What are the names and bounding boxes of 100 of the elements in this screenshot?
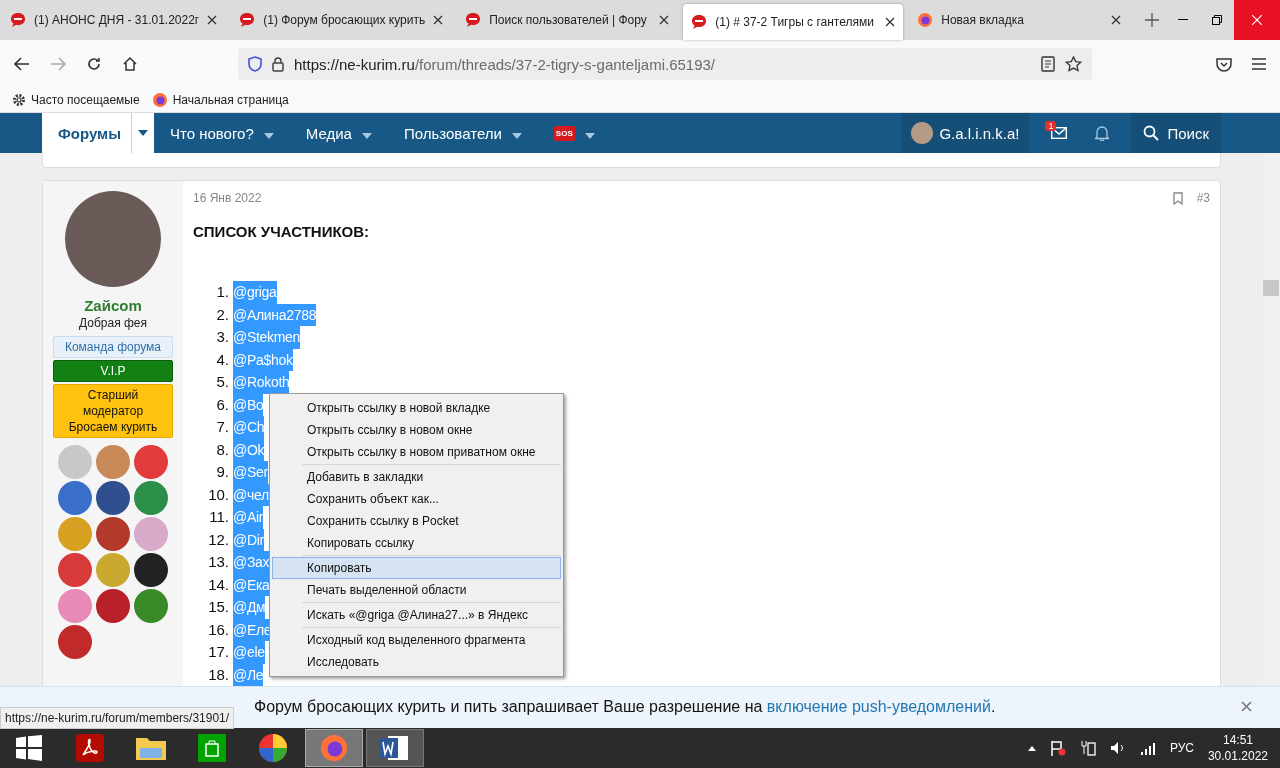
caret-icon [584, 132, 595, 139]
color-wheel-icon [258, 733, 288, 763]
shield-icon [248, 56, 262, 72]
user-name: G.a.l.i.n.k.a! [939, 124, 1020, 142]
menu-item[interactable]: Искать «@griga @Алина27...» в Яндекс [272, 604, 561, 626]
reader-view-icon[interactable] [1041, 56, 1055, 72]
menu-item[interactable]: Копировать [272, 557, 561, 579]
enable-push-link[interactable]: включение push-уведомлений [766, 698, 991, 715]
post-date[interactable]: 16 Янв 2022 [193, 191, 1159, 205]
browser-tab[interactable]: Поиск пользователей | Фору [457, 3, 678, 37]
menu-item[interactable]: Открыть ссылку в новом приватном окне [272, 441, 561, 463]
list-number: 4. [215, 349, 230, 370]
firefox-icon [151, 92, 168, 108]
battery-icon[interactable] [1079, 740, 1096, 756]
list-number: 13. [207, 552, 230, 572]
nav-tab[interactable]: Что нового? [154, 113, 290, 153]
nav-tab[interactable]: Форумы [42, 113, 154, 153]
list-number: 8. [215, 439, 230, 460]
nav-tab[interactable]: Пользователи [387, 113, 538, 153]
menu-icon[interactable] [1252, 58, 1266, 70]
store-bag-icon [198, 734, 226, 762]
list-number: 14. [207, 574, 230, 595]
close-icon[interactable] [433, 15, 444, 25]
list-number: 6. [215, 394, 230, 415]
firefox-icon [319, 733, 349, 763]
nav-tab[interactable]: Медиа [289, 113, 388, 153]
avatar-icon [911, 122, 934, 144]
list-number: 1. [215, 282, 230, 302]
post-heading: СПИСОК УЧАСТНИКОВ: [193, 223, 371, 240]
menu-item[interactable]: Копировать ссылку [272, 532, 561, 554]
caret-icon [511, 132, 522, 139]
sos-badge: SOS [553, 125, 575, 141]
taskbar-app[interactable] [366, 729, 424, 767]
menu-item[interactable]: Сохранить объект как... [272, 488, 561, 510]
list-number: 5. [215, 372, 230, 392]
chat-bubble-icon [465, 12, 482, 28]
close-icon[interactable] [885, 17, 896, 27]
speaker-icon[interactable] [1109, 740, 1126, 756]
browser-tab[interactable]: Новая вкладка [909, 3, 1130, 37]
author-name[interactable]: Zайcom [84, 297, 142, 314]
clock[interactable]: 14:51 30.01.2022 [1207, 732, 1268, 764]
signal-icon[interactable] [1139, 741, 1156, 755]
bookmark-link[interactable]: Начальная страница [151, 92, 289, 108]
browser-tab[interactable]: (1) # 37-2 Тигры с гантелями [683, 4, 904, 40]
bookmark-icon[interactable] [1172, 191, 1183, 205]
menu-item[interactable]: Сохранить ссылку в Pocket [272, 510, 561, 532]
user-menu[interactable]: G.a.l.i.n.k.a! [901, 113, 1030, 153]
close-icon[interactable] [659, 15, 670, 25]
windows-logo-icon [16, 735, 42, 761]
gear-icon [12, 93, 26, 107]
input-language[interactable]: РУС [1169, 741, 1194, 755]
close-icon[interactable] [207, 15, 218, 25]
menu-item[interactable]: Исходный код выделенного фрагмента [272, 629, 561, 651]
bell-icon[interactable] [1095, 125, 1110, 141]
unread-count: 1 [1045, 121, 1057, 131]
home-icon[interactable] [122, 56, 138, 72]
nav-tab[interactable]: SOS [537, 113, 611, 153]
award-icon[interactable] [134, 553, 168, 587]
envelope-icon[interactable] [1051, 127, 1068, 139]
pocket-icon[interactable] [1216, 56, 1232, 72]
firefox-icon [917, 12, 934, 28]
list-number: 2. [215, 304, 230, 325]
list-number: 7. [215, 417, 230, 437]
close-icon[interactable] [1111, 15, 1122, 25]
back-arrow-icon[interactable] [14, 57, 30, 71]
address-bar[interactable]: https://ne-kurim.ru/forum/threads/37-2-tigry-s-ganteljami.65193/ [238, 48, 1092, 80]
caret-icon [263, 132, 274, 139]
padlock-icon [272, 56, 284, 72]
flag-icon[interactable] [1049, 740, 1066, 756]
award-icon[interactable] [96, 481, 130, 515]
list-number: 17. [207, 642, 230, 662]
caret-icon [361, 132, 372, 139]
post-number[interactable]: #3 [1196, 191, 1210, 205]
reload-icon[interactable] [86, 56, 102, 72]
new-tab-icon[interactable] [1145, 13, 1160, 27]
menu-item[interactable]: Исследовать [272, 651, 561, 673]
caret-up-icon[interactable] [1027, 745, 1036, 751]
scrollbar-thumb[interactable] [1263, 280, 1279, 296]
chat-bubble-icon [239, 12, 256, 28]
browser-tab[interactable]: (1) АНОНС ДНЯ - 31.01.2022г [2, 3, 226, 37]
browser-tab[interactable]: (1) Форум бросающих курить [231, 3, 452, 37]
word-document-icon [380, 734, 410, 762]
minimize-icon[interactable] [1178, 19, 1188, 21]
list-number: 9. [215, 462, 230, 482]
user-banner: Старший модератор Бросаем курить [53, 384, 173, 438]
search-button[interactable]: Поиск [1131, 113, 1221, 153]
pdf-icon [76, 734, 104, 762]
push-permission-text: Форум бросающих курить и пить запрашивает Ваше разрешение на включение push-уведомлений. [254, 698, 996, 716]
list-number: 3. [215, 327, 230, 347]
user-banner: Команда форума [53, 336, 173, 358]
menu-item[interactable]: Добавить в закладки [272, 466, 561, 488]
caret-icon [138, 130, 148, 136]
user-banner: V.I.P [53, 360, 173, 382]
restore-icon[interactable] [1212, 15, 1222, 25]
menu-item[interactable]: Открыть ссылку в новой вкладке [272, 397, 561, 419]
list-number: 11. [208, 507, 230, 527]
star-icon[interactable] [1065, 56, 1082, 72]
menu-item[interactable]: Печать выделенной области [272, 579, 561, 601]
bookmark-link[interactable]: Часто посещаемые [12, 93, 140, 107]
menu-item[interactable]: Открыть ссылку в новом окне [272, 419, 561, 441]
